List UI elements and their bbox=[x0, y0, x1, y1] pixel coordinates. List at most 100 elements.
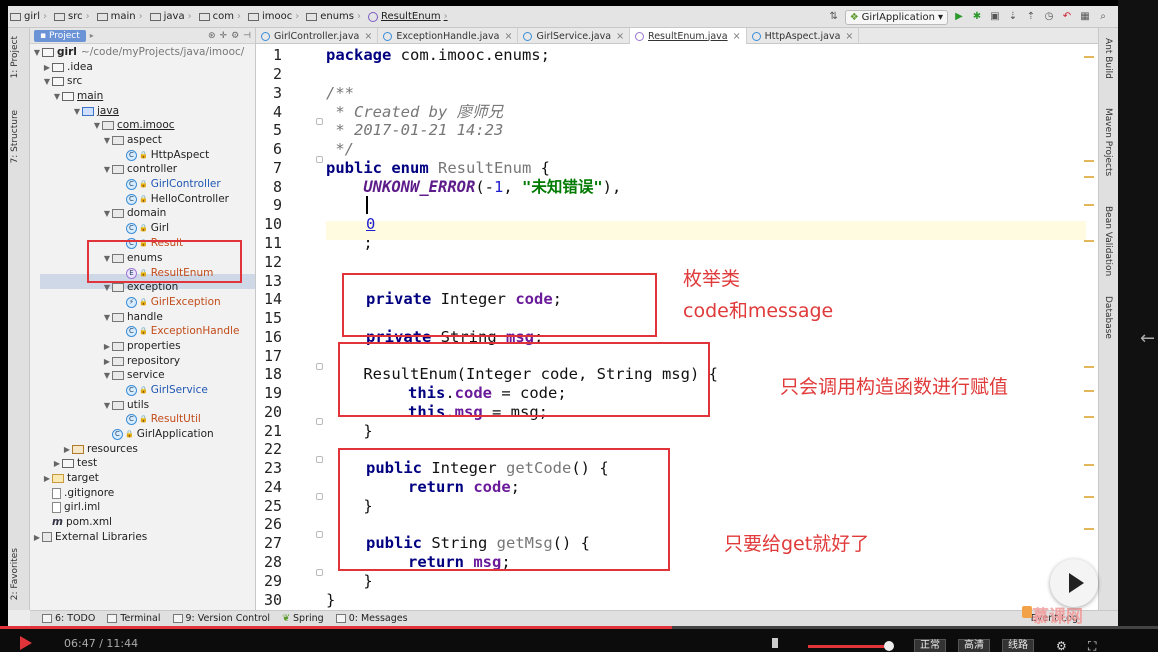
close-icon[interactable]: × bbox=[733, 31, 741, 42]
warning-marker[interactable] bbox=[1084, 240, 1094, 242]
ant-build-tool-tab[interactable]: Ant Build bbox=[1103, 38, 1113, 79]
arrow-left-icon[interactable]: ← bbox=[1140, 328, 1155, 349]
tree-item-handle[interactable]: ▼ handle bbox=[102, 310, 163, 325]
vcs-commit-icon[interactable]: ⇡ bbox=[1024, 10, 1038, 24]
warning-marker[interactable] bbox=[1084, 496, 1094, 498]
warning-marker[interactable] bbox=[1084, 416, 1094, 418]
tree-item-service[interactable]: ▼ service bbox=[102, 368, 165, 383]
hide-icon[interactable]: ⊣ bbox=[243, 31, 251, 41]
tree-item-com-imooc[interactable]: ▼ com.imooc bbox=[92, 118, 175, 133]
warning-marker[interactable] bbox=[1084, 528, 1094, 530]
tree-item-girl-iml[interactable]: girl.iml bbox=[52, 500, 100, 515]
volume-icon[interactable] bbox=[772, 638, 782, 648]
tree-item-external-libraries[interactable]: ▶ External Libraries bbox=[32, 530, 147, 545]
run-icon[interactable]: ▶ bbox=[952, 10, 966, 24]
warning-marker[interactable] bbox=[1084, 176, 1094, 178]
tab-girlcontroller[interactable]: GirlController.java × bbox=[256, 28, 379, 44]
maven-projects-tool-tab[interactable]: Maven Projects bbox=[1103, 108, 1113, 176]
tree-item-main[interactable]: ▼ main bbox=[52, 89, 103, 104]
gear-icon[interactable]: ⚙ bbox=[231, 31, 239, 41]
tab-girlservice[interactable]: GirlService.java × bbox=[518, 28, 631, 44]
route-button[interactable]: 线路 bbox=[1002, 639, 1034, 652]
tree-item-exceptionhandle[interactable]: C 🔒 ExceptionHandle bbox=[126, 324, 239, 339]
fold-icon[interactable] bbox=[316, 531, 323, 538]
breadcrumb-girl[interactable]: girl › bbox=[8, 11, 52, 22]
fold-icon[interactable] bbox=[316, 456, 323, 463]
tree-item-target[interactable]: ▶ target bbox=[42, 471, 99, 486]
tree-item-test[interactable]: ▶ test bbox=[52, 456, 97, 471]
tree-item-domain[interactable]: ▼ domain bbox=[102, 206, 166, 221]
breadcrumb-enums[interactable]: enums › bbox=[304, 11, 366, 22]
fold-icon[interactable] bbox=[316, 569, 323, 576]
warning-marker[interactable] bbox=[1084, 390, 1094, 392]
debug-icon[interactable]: ✱ bbox=[970, 10, 984, 24]
tab-exceptionhandle[interactable]: ExceptionHandle.java × bbox=[378, 28, 519, 44]
tree-item-utils[interactable]: ▼ utils bbox=[102, 398, 149, 413]
scroll-from-source-icon[interactable]: ✛ bbox=[220, 31, 228, 41]
tree-item-resources[interactable]: ▶ resources bbox=[62, 442, 138, 457]
vcs-update-icon[interactable]: ⇣ bbox=[1006, 10, 1020, 24]
fold-icon[interactable] bbox=[316, 493, 323, 500]
fullscreen-icon[interactable]: ⛶ bbox=[1088, 639, 1096, 652]
close-icon[interactable]: × bbox=[616, 31, 624, 42]
tree-item-girlcontroller[interactable]: C 🔒 GirlController bbox=[126, 177, 221, 192]
volume-knob[interactable] bbox=[884, 641, 894, 651]
tree-item-src[interactable]: ▼ src bbox=[42, 74, 82, 89]
database-tool-tab[interactable]: Database bbox=[1103, 296, 1113, 339]
todo-tool-button[interactable]: 6: TODO bbox=[42, 613, 95, 624]
warning-marker[interactable] bbox=[1084, 204, 1094, 206]
build-icon[interactable]: ⇅ bbox=[827, 10, 841, 24]
warning-marker[interactable] bbox=[1084, 160, 1094, 162]
gear-icon[interactable]: ⚙ bbox=[1056, 639, 1067, 652]
tab-resultenum[interactable]: ResultEnum.java × bbox=[630, 28, 747, 44]
project-structure-icon[interactable]: ▦ bbox=[1078, 10, 1092, 24]
breadcrumb-main[interactable]: main › bbox=[95, 11, 148, 22]
warning-marker[interactable] bbox=[1084, 366, 1094, 368]
tree-item-controller[interactable]: ▼ controller bbox=[102, 162, 177, 177]
tree-item-girl-class[interactable]: C 🔒 Girl bbox=[126, 221, 169, 236]
tree-item-idea[interactable]: ▶ .idea bbox=[42, 60, 93, 75]
warning-marker[interactable] bbox=[1084, 56, 1094, 58]
project-tool-tab[interactable]: 1: Project bbox=[10, 36, 20, 78]
fold-icon[interactable] bbox=[316, 363, 323, 370]
history-icon[interactable]: ◷ bbox=[1042, 10, 1056, 24]
fold-icon[interactable] bbox=[316, 156, 323, 163]
error-stripe[interactable] bbox=[1084, 44, 1094, 610]
breadcrumb-src[interactable]: src › bbox=[52, 11, 95, 22]
structure-tool-tab[interactable]: 7: Structure bbox=[10, 110, 20, 164]
breadcrumb-com[interactable]: com › bbox=[197, 11, 246, 22]
breadcrumb-java[interactable]: java › bbox=[148, 11, 197, 22]
project-view-select[interactable]: ▪ Project bbox=[34, 29, 86, 42]
video-progress-track[interactable] bbox=[0, 626, 1158, 629]
revert-icon[interactable]: ↶ bbox=[1060, 10, 1074, 24]
play-icon[interactable] bbox=[20, 636, 32, 650]
fold-icon[interactable] bbox=[316, 118, 323, 125]
tree-item-repository[interactable]: ▶ repository bbox=[102, 354, 180, 369]
run-configuration-select[interactable]: ❖ GirlApplication ▾ bbox=[844, 9, 948, 25]
terminal-tool-button[interactable]: Terminal bbox=[107, 613, 161, 624]
messages-tool-button[interactable]: 0: Messages bbox=[335, 613, 408, 624]
tree-item-properties[interactable]: ▶ properties bbox=[102, 339, 181, 354]
sync-icon[interactable]: ⊛ bbox=[208, 31, 216, 41]
tree-item-hellocontroller[interactable]: C 🔒 HelloController bbox=[126, 192, 229, 207]
breadcrumb-resultenum[interactable]: ResultEnum › bbox=[366, 11, 453, 22]
spring-tool-button[interactable]: ❦ Spring bbox=[282, 613, 324, 624]
tree-item-girl[interactable]: ▼ girl ~/code/myProjects/java/imooc/ bbox=[32, 45, 244, 60]
coverage-icon[interactable]: ▣ bbox=[988, 10, 1002, 24]
tree-item-girlservice[interactable]: C 🔒 GirlService bbox=[126, 383, 208, 398]
favorites-tool-tab[interactable]: 2: Favorites bbox=[10, 548, 20, 600]
tree-item-girlexception[interactable]: ⚡ 🔒 GirlException bbox=[126, 295, 221, 310]
tree-item-gitignore[interactable]: .gitignore bbox=[52, 486, 114, 501]
tab-httpaspect[interactable]: HttpAspect.java × bbox=[747, 28, 860, 44]
volume-slider[interactable] bbox=[808, 645, 888, 648]
close-icon[interactable]: × bbox=[505, 31, 513, 42]
play-overlay-button[interactable] bbox=[1050, 559, 1098, 607]
breadcrumb-imooc[interactable]: imooc › bbox=[246, 11, 304, 22]
tree-item-pom-xml[interactable]: m pom.xml bbox=[52, 515, 112, 530]
tree-item-aspect[interactable]: ▼ aspect bbox=[102, 133, 162, 148]
chevron-right-icon[interactable]: ▸ bbox=[90, 31, 94, 40]
tree-item-resultutil[interactable]: C 🔒 ResultUtil bbox=[126, 412, 201, 427]
quality-hd-button[interactable]: 高清 bbox=[958, 639, 990, 652]
bean-validation-tool-tab[interactable]: Bean Validation bbox=[1103, 206, 1113, 276]
version-control-tool-button[interactable]: 9: Version Control bbox=[172, 613, 270, 624]
